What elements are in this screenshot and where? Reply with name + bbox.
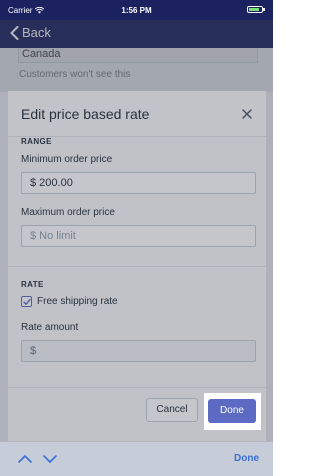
min-order-price-label: Minimum order price (21, 154, 113, 165)
done-button[interactable]: Done (208, 399, 256, 423)
rate-section-title: RATE (21, 280, 44, 289)
edit-rate-modal: Edit price based rate RANGE Minimum orde… (8, 91, 266, 441)
keyboard-accessory-bar: Done (0, 441, 273, 476)
status-bar: Carrier 1:56 PM (0, 0, 273, 20)
rate-amount-label: Rate amount (21, 322, 79, 333)
cancel-button[interactable]: Cancel (146, 398, 198, 422)
close-icon (242, 109, 252, 119)
min-order-price-input[interactable]: $ 200.00 (21, 172, 256, 194)
max-order-price-input[interactable]: $ No limit (21, 225, 256, 247)
chevron-up-icon[interactable] (17, 452, 33, 466)
free-shipping-checkbox[interactable] (21, 296, 32, 307)
accessory-done-button[interactable]: Done (234, 453, 259, 464)
checkmark-icon (22, 298, 31, 305)
range-section-title-text: RANGE (21, 137, 52, 146)
phone-screen: Carrier 1:56 PM Back Canada Customers wo… (0, 0, 273, 476)
modal-header: Edit price based rate (8, 91, 266, 137)
free-shipping-label: Free shipping rate (37, 296, 118, 307)
done-button-highlight: Done (204, 393, 261, 430)
max-order-price-label: Maximum order price (21, 207, 115, 218)
battery-icon (247, 6, 263, 13)
free-shipping-row[interactable]: Free shipping rate (21, 296, 118, 307)
modal-title: Edit price based rate (21, 106, 150, 122)
rate-amount-input[interactable]: $ (21, 340, 256, 362)
status-time: 1:56 PM (121, 6, 152, 15)
close-button[interactable] (237, 104, 257, 124)
chevron-down-icon[interactable] (42, 452, 58, 466)
battery-tip (263, 8, 265, 11)
